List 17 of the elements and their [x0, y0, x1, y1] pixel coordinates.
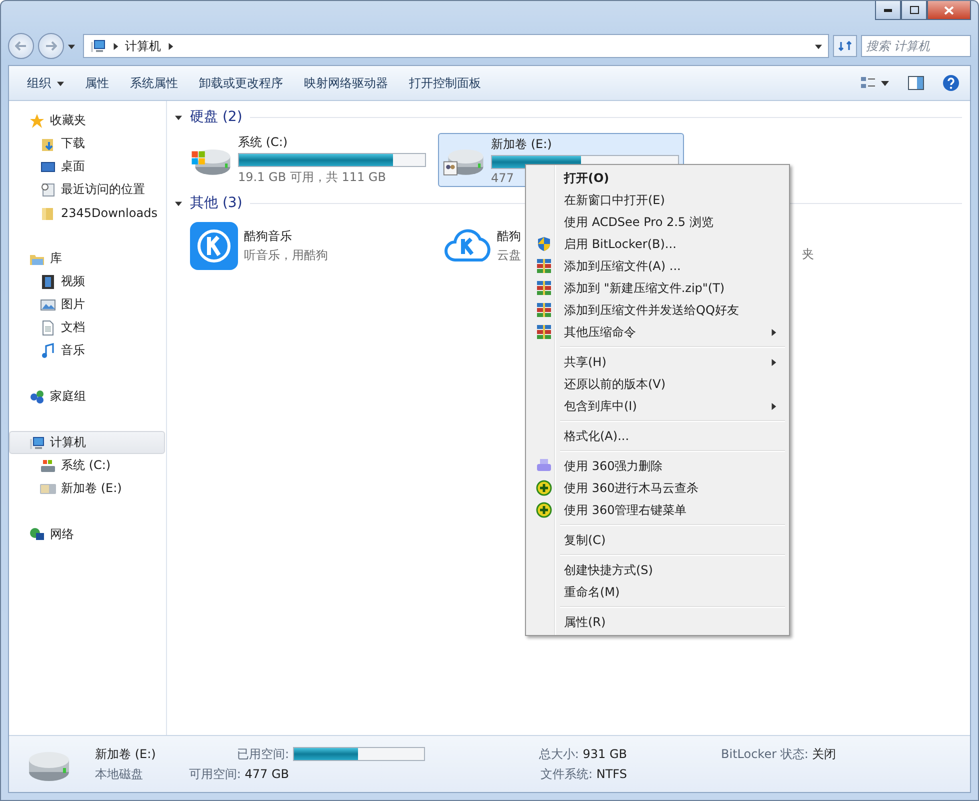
item-detail: 听音乐，用酷狗: [244, 247, 328, 264]
free-space: 可用空间: 477 GB: [188, 766, 289, 782]
item-name: 酷狗音乐: [244, 228, 292, 245]
item-detail: 云盘: [497, 247, 521, 264]
section-heading: 其他 (3): [190, 194, 242, 212]
file-system: 文件系统: NTFS: [540, 766, 627, 782]
drive-name: 新加卷 (E:): [95, 746, 156, 762]
item-detail: 19.1 GB 可用，共 111 GB: [238, 169, 386, 186]
used-space-label: 已用空间:: [236, 746, 289, 762]
item-detail: 477: [491, 170, 514, 184]
section-heading: 硬盘 (2): [190, 108, 242, 126]
total-size: 总大小: 931 GB: [538, 746, 627, 762]
item-name: 酷狗: [497, 228, 521, 245]
item-name: 系统 (C:): [238, 134, 288, 151]
bitlocker-status: BitLocker 状态: 关闭: [720, 746, 836, 762]
drive-type: 本地磁盘: [95, 766, 143, 782]
item-name: 新加卷 (E:): [491, 136, 552, 152]
